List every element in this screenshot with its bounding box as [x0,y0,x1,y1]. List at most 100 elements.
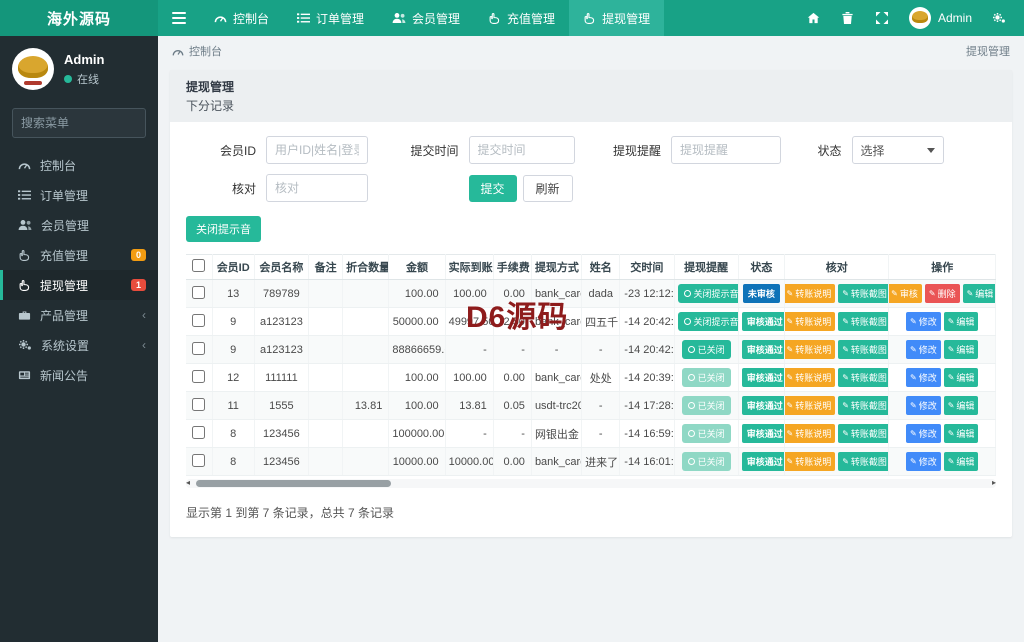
status-select[interactable]: 选择 [851,136,944,164]
member-id-input[interactable] [266,136,368,164]
transfer-note-button[interactable]: ✎ 转账说明 [784,312,836,331]
horizontal-scrollbar[interactable]: ◂ ▸ [186,478,996,488]
user-menu[interactable]: Admin [901,7,980,29]
sidebar-item-recharge[interactable]: 充值管理 0 [0,240,158,270]
check-input[interactable] [266,174,368,202]
users-icon [392,12,406,24]
sidebar-item-members[interactable]: 会员管理 [0,210,158,240]
transfer-screenshot-button[interactable]: ✎ 转账截图 [838,312,888,331]
mute-sound-button[interactable]: 关闭提示音 [186,216,261,242]
nav-item-members[interactable]: 会员管理 [378,0,474,36]
page: 海外源码 控制台 订单管理 会员管理 充值管理 提现管理 Admin Admin… [0,0,1024,642]
modify-button[interactable]: ✎ 修改 [905,452,941,471]
col-header: 状态 [738,254,785,280]
transfer-screenshot-button[interactable]: ✎ 转账截图 [838,368,888,387]
check-label: 核对 [231,181,256,196]
transfer-note-button[interactable]: ✎ 转账说明 [784,424,836,443]
remind-label: 提现提醒 [612,143,661,158]
edit-button[interactable]: ✎ 编辑 [943,452,979,471]
sidebar-item-dashboard[interactable]: 控制台 [0,150,158,180]
transfer-note-button[interactable]: ✎ 转账说明 [784,284,836,303]
cell-fee: - [493,419,532,448]
cell-fee: 2.50 [493,307,532,336]
modify-button[interactable]: ✎ 修改 [905,396,941,415]
fullscreen-button[interactable] [867,0,897,36]
nav-item-dashboard[interactable]: 控制台 [200,0,283,36]
filter-row-1: 会员ID 提交时间 提现提醒 状态 选择 [186,136,996,164]
remind-toggle-button[interactable]: 已关闭 [681,340,731,359]
remind-toggle-button[interactable]: 关闭提示音 [677,284,738,303]
modify-button[interactable]: ✎ 修改 [905,340,941,359]
sidebar-item-products[interactable]: 产品管理 ‹ [0,300,158,330]
breadcrumb-home[interactable]: 控制台 [189,43,222,59]
settings-button[interactable] [984,0,1014,36]
transfer-screenshot-button[interactable]: ✎ 转账截图 [838,452,888,471]
cogs-icon [18,339,32,351]
transfer-screenshot-button[interactable]: ✎ 转账截图 [838,396,888,415]
modify-button[interactable]: ✎ 修改 [905,312,941,331]
nav-item-orders[interactable]: 订单管理 [283,0,378,36]
modify-button[interactable]: ✎ 修改 [905,424,941,443]
submit-button[interactable]: 提交 [468,174,517,202]
sidebar-toggle-button[interactable] [158,0,200,36]
row-checkbox[interactable] [192,285,206,299]
pencil-icon: ✎ [966,288,974,298]
sidebar-item-orders[interactable]: 订单管理 [0,180,158,210]
cell-actual: - [445,335,494,364]
search-input[interactable] [21,116,176,130]
row-checkbox[interactable] [192,425,206,439]
edit-button[interactable]: ✎ 编辑 [943,340,979,359]
nav-item-label: 订单管理 [316,11,365,26]
remind-toggle-button[interactable]: 关闭提示音 [677,312,738,331]
modify-button[interactable]: ✎ 修改 [905,368,941,387]
scroll-right-arrow-icon[interactable]: ▸ [992,478,996,487]
submit-time-input[interactable] [468,136,575,164]
refresh-button[interactable]: 刷新 [522,174,573,202]
sidebar-item-withdraw[interactable]: 提现管理 1 [0,270,158,300]
scroll-left-arrow-icon[interactable]: ◂ [186,478,190,487]
remind-toggle-button[interactable]: 已关闭 [681,452,731,471]
transfer-screenshot-button[interactable]: ✎ 转账截图 [838,284,888,303]
sidebar-item-news[interactable]: 新闻公告 [0,360,158,390]
transfer-screenshot-button[interactable]: ✎ 转账截图 [838,424,888,443]
nav-item-recharge[interactable]: 充值管理 [474,0,569,36]
row-checkbox[interactable] [192,397,206,411]
home-button[interactable] [799,0,829,36]
row-checkbox[interactable] [192,341,206,355]
cell-member-id: 13 [212,279,255,308]
select-all-checkbox[interactable] [192,259,206,272]
audit-button[interactable]: ✎ 审核 [888,284,922,303]
row-checkbox[interactable] [192,453,206,467]
row-checkbox[interactable] [192,369,206,383]
delete-button[interactable]: ✎ 删除 [924,284,960,303]
transfer-note-button[interactable]: ✎ 转账说明 [784,340,836,359]
trash-button[interactable] [833,0,863,36]
col-header: 手续费 [493,254,532,280]
edit-button[interactable]: ✎ 编辑 [943,312,979,331]
sidebar-item-settings[interactable]: 系统设置 ‹ [0,330,158,360]
transfer-screenshot-button[interactable]: ✎ 转账截图 [838,340,888,359]
filter-row-2: 核对 提交 刷新 [186,174,996,202]
cell-name: 789789 [254,279,310,308]
sidebar-item-label: 产品管理 [40,308,89,323]
nav-item-withdraw[interactable]: 提现管理 [569,0,665,36]
remind-toggle-button[interactable]: 已关闭 [681,396,731,415]
edit-button[interactable]: ✎ 编辑 [962,284,995,303]
edit-button[interactable]: ✎ 编辑 [943,424,979,443]
online-dot-icon [64,74,72,83]
col-header: 实际到账 [445,254,494,280]
remind-toggle-button[interactable]: 已关闭 [681,368,731,387]
transfer-note-button[interactable]: ✎ 转账说明 [784,452,836,471]
transfer-note-button[interactable]: ✎ 转账说明 [784,396,836,415]
row-checkbox[interactable] [192,313,206,327]
edit-button[interactable]: ✎ 编辑 [943,368,979,387]
remind-toggle-button[interactable]: 已关闭 [681,424,731,443]
cell-note [308,279,344,308]
transfer-note-button[interactable]: ✎ 转账说明 [784,368,836,387]
scrollbar-thumb[interactable] [196,480,391,487]
cell-note [308,363,344,392]
table-row: 9 a123123 88866659.68 - - - - -14 20:42:… [186,335,996,364]
pencil-icon: ✎ [891,288,898,298]
remind-input[interactable] [671,136,781,164]
edit-button[interactable]: ✎ 编辑 [943,396,979,415]
